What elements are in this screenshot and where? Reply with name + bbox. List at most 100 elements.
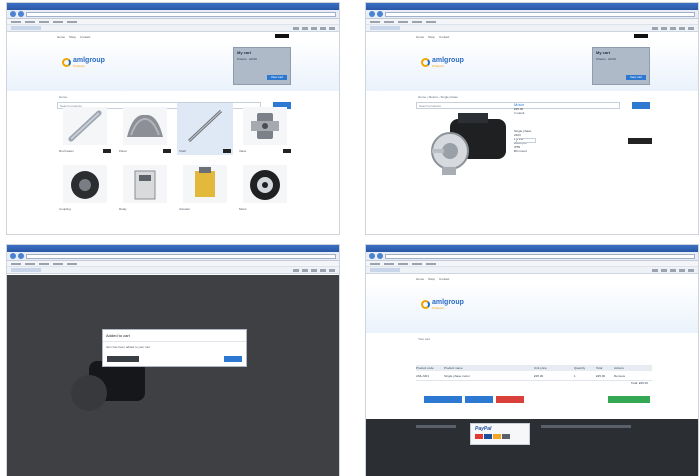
cell-total: £95.00 bbox=[596, 373, 606, 378]
nav-link-contact[interactable]: Contact bbox=[439, 35, 449, 39]
remove-button[interactable]: Remove bbox=[614, 374, 652, 378]
brand-logo[interactable]: amlgroup Products bbox=[421, 299, 464, 310]
nav-link-home[interactable]: Home bbox=[416, 35, 424, 39]
back-icon[interactable] bbox=[369, 253, 375, 259]
column-header: Actions bbox=[614, 366, 624, 370]
view-cart-button[interactable]: View cart bbox=[267, 75, 287, 80]
url-input[interactable] bbox=[26, 11, 336, 17]
buy-button[interactable] bbox=[283, 149, 291, 153]
buy-button[interactable] bbox=[103, 149, 111, 153]
account-button[interactable] bbox=[634, 34, 648, 38]
browser-titlebar bbox=[366, 3, 698, 10]
product-card[interactable]: Rod heater bbox=[57, 103, 113, 155]
nav-link-shop[interactable]: Shop bbox=[428, 277, 435, 281]
browser-address-bar bbox=[7, 10, 339, 19]
nav-link-home[interactable]: Home bbox=[416, 277, 424, 281]
page-title: Your cart bbox=[418, 337, 430, 341]
column-header: Quantity bbox=[574, 366, 586, 370]
mini-cart-summary: 0 items · £0.00 bbox=[596, 57, 616, 61]
product-label: Valve bbox=[239, 149, 247, 153]
logo-icon bbox=[421, 300, 430, 309]
view-cart-button[interactable]: View cart bbox=[626, 75, 646, 80]
forward-icon[interactable] bbox=[18, 11, 24, 17]
valve-image bbox=[243, 107, 287, 145]
footer-text bbox=[541, 425, 631, 428]
clear-cart-button[interactable] bbox=[496, 396, 524, 403]
browser-tab[interactable] bbox=[370, 268, 400, 272]
site-header: amlgroup Products bbox=[366, 283, 698, 333]
relay-image bbox=[123, 165, 167, 203]
back-icon[interactable] bbox=[369, 11, 375, 17]
quantity-field[interactable] bbox=[516, 138, 536, 143]
nav-link-shop[interactable]: Shop bbox=[428, 35, 435, 39]
nav-link-home[interactable]: Home bbox=[57, 35, 65, 39]
brand-name: amlgroup bbox=[432, 57, 464, 64]
column-header: Total bbox=[596, 366, 603, 370]
back-icon[interactable] bbox=[10, 11, 16, 17]
product-card[interactable]: Motor bbox=[237, 161, 293, 213]
shaft-image bbox=[183, 107, 227, 145]
nav-link-contact[interactable]: Contact bbox=[439, 277, 449, 281]
browser-titlebar bbox=[7, 3, 339, 10]
card-icon bbox=[484, 434, 492, 439]
update-cart-button[interactable] bbox=[465, 396, 493, 403]
mini-cart-title: My cart bbox=[237, 50, 252, 55]
column-header: Product code bbox=[416, 366, 434, 370]
url-input[interactable] bbox=[26, 253, 336, 259]
browser-tabbar bbox=[366, 25, 698, 32]
product-card[interactable]: Actuator bbox=[177, 161, 233, 213]
top-nav: Home Shop Contact bbox=[366, 275, 698, 283]
product-info: Motor £95.00 In stock Single phase 240V … bbox=[514, 103, 594, 154]
continue-shopping-button[interactable] bbox=[107, 356, 139, 362]
panel-image bbox=[123, 107, 167, 145]
buy-button[interactable] bbox=[223, 149, 231, 153]
url-input[interactable] bbox=[385, 253, 695, 259]
mini-cart: My cart 0 items · £0.00 View cart bbox=[592, 47, 650, 85]
footer-links[interactable] bbox=[416, 425, 456, 428]
actuator-image bbox=[183, 165, 227, 203]
product-label: Panel bbox=[119, 149, 127, 153]
cell-price: £95.00 bbox=[534, 373, 544, 378]
browser-tab[interactable] bbox=[370, 26, 400, 30]
add-to-cart-button[interactable] bbox=[628, 138, 652, 144]
account-button[interactable] bbox=[275, 34, 289, 38]
browser-titlebar bbox=[366, 245, 698, 252]
search-button[interactable] bbox=[632, 102, 650, 109]
browser-tabbar bbox=[7, 25, 339, 32]
card-icon bbox=[475, 434, 483, 439]
product-grid: Rod heater Panel Shaft Valve Coupling Re… bbox=[57, 103, 297, 213]
cart-actions bbox=[424, 396, 524, 403]
add-to-cart-dialog: Added to cart Item has been added to you… bbox=[102, 329, 247, 367]
buy-button[interactable] bbox=[163, 149, 171, 153]
product-card[interactable]: Relay bbox=[117, 161, 173, 213]
forward-icon[interactable] bbox=[377, 253, 383, 259]
forward-icon[interactable] bbox=[377, 11, 383, 17]
quantity-field[interactable]: 1 bbox=[574, 374, 596, 378]
product-card[interactable]: Coupling bbox=[57, 161, 113, 213]
continue-shopping-button[interactable] bbox=[424, 396, 462, 403]
brand-logo[interactable]: amlgroup Products bbox=[62, 57, 105, 68]
top-nav: Home Shop Contact bbox=[7, 33, 339, 41]
forward-icon[interactable] bbox=[18, 253, 24, 259]
checkout-button[interactable] bbox=[608, 396, 650, 403]
back-icon[interactable] bbox=[10, 253, 16, 259]
site-footer: PayPal bbox=[366, 419, 698, 476]
product-label: Motor bbox=[239, 207, 247, 211]
modal-backdrop[interactable] bbox=[7, 275, 339, 476]
nav-link-contact[interactable]: Contact bbox=[80, 35, 90, 39]
brand-logo[interactable]: amlgroup Products bbox=[421, 57, 464, 68]
nav-link-shop[interactable]: Shop bbox=[69, 35, 76, 39]
url-input[interactable] bbox=[385, 11, 695, 17]
browser-tabbar bbox=[366, 267, 698, 274]
breadcrumb: Home › Motors › Single phase bbox=[418, 95, 458, 99]
browser-tab[interactable] bbox=[11, 268, 41, 272]
checkout-button[interactable] bbox=[224, 356, 242, 362]
mini-cart-title: My cart bbox=[596, 50, 611, 55]
product-card[interactable]: Panel bbox=[117, 103, 173, 155]
cell-name[interactable]: Single phase motor bbox=[444, 374, 534, 378]
product-label: Actuator bbox=[179, 207, 191, 211]
product-card[interactable]: Shaft bbox=[177, 103, 233, 155]
table-row: AML-M01 Single phase motor £95.00 1 £95.… bbox=[416, 371, 652, 381]
browser-tab[interactable] bbox=[11, 26, 41, 30]
product-card[interactable]: Valve bbox=[237, 103, 293, 155]
